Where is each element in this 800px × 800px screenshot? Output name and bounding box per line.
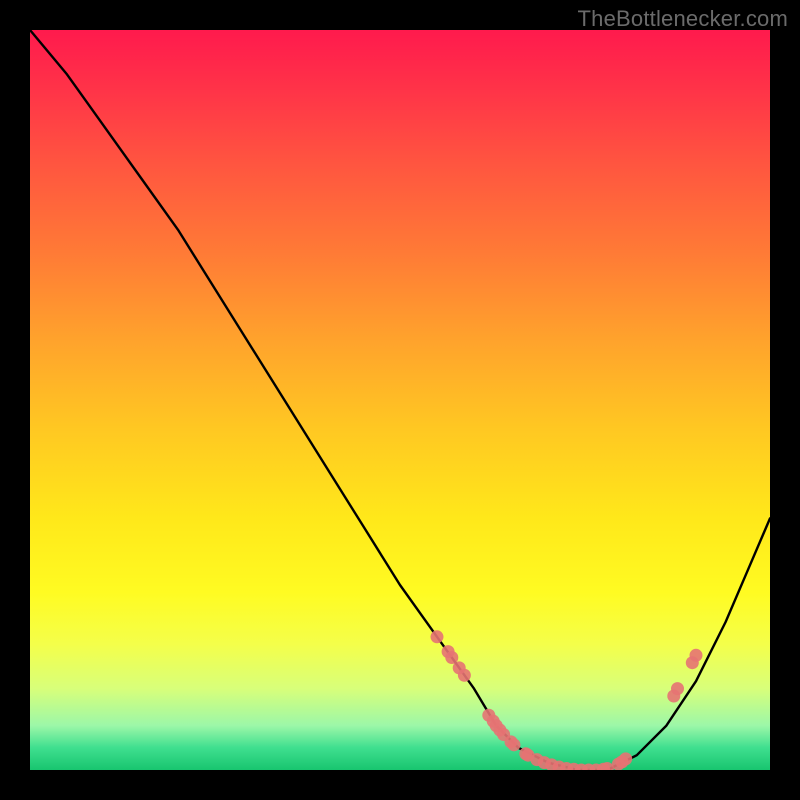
marker-dot xyxy=(690,649,703,662)
marker-dot xyxy=(458,669,471,682)
marker-dot xyxy=(507,738,520,751)
curve-markers xyxy=(431,630,703,770)
plot-area xyxy=(30,30,770,770)
watermark-text: TheBottlenecker.com xyxy=(578,6,788,32)
curve-line xyxy=(30,30,770,770)
marker-dot xyxy=(671,682,684,695)
marker-dot xyxy=(619,752,632,765)
marker-dot xyxy=(431,630,444,643)
chart-frame: TheBottlenecker.com xyxy=(0,0,800,800)
chart-svg xyxy=(30,30,770,770)
